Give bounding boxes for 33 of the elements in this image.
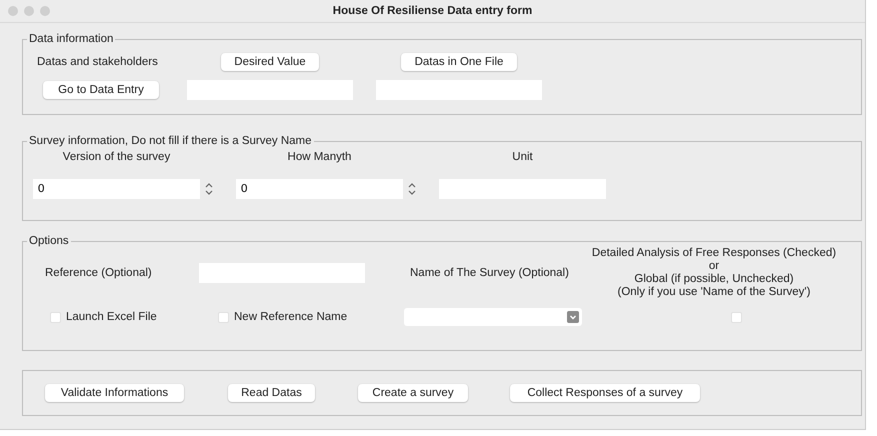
zoom-button[interactable] [40,6,50,16]
checkbox[interactable] [731,312,742,322]
data-entry-button[interactable]: Go to Data Entry [43,81,159,99]
stepper-icon[interactable] [204,181,214,197]
checkbox[interactable]: Launch Excel File [50,311,218,323]
field-label: Datas and stakeholders [37,56,159,68]
field-label: Version of the survey [62,151,172,165]
number-field[interactable]: 0 [33,179,200,199]
field-label: How Manyth [286,151,352,165]
dropdown[interactable] [404,308,582,326]
close-button[interactable] [8,6,18,16]
note-text: or [708,260,720,273]
field-label: Unit [511,151,534,165]
stepper-icon[interactable] [407,181,417,197]
note-text: (Only if you use 'Name of the Survey') [618,286,810,299]
chevron-down-icon [567,311,579,323]
number-field[interactable]: 0 [236,179,403,199]
action-button[interactable]: Create a survey [358,384,468,402]
note-text: Global (if possible, Unchecked) [634,273,794,286]
action-button[interactable]: Validate Informations [45,384,184,402]
datas-file-button[interactable]: Datas in One File [401,53,517,71]
minimize-button[interactable] [24,6,34,16]
desired-value-button[interactable]: Desired Value [221,53,319,71]
note-text: Detailed Analysis of Free Responses (Checked) [592,247,836,260]
checkbox[interactable]: New Reference Name [218,311,404,323]
field-label: Name of The Survey (Optional) [410,267,570,279]
field-label: Reference (Optional) [45,267,153,279]
window-title: House Of Resiliense Data entry form [332,5,532,17]
group-title: Survey information, Do not fill if there is a Survey Name [28,135,313,147]
action-button[interactable]: Read Datas [228,384,315,402]
action-button[interactable]: Collect Responses of a survey [510,384,700,402]
group-title: Data information [28,33,114,45]
group-title: Options [28,235,70,247]
